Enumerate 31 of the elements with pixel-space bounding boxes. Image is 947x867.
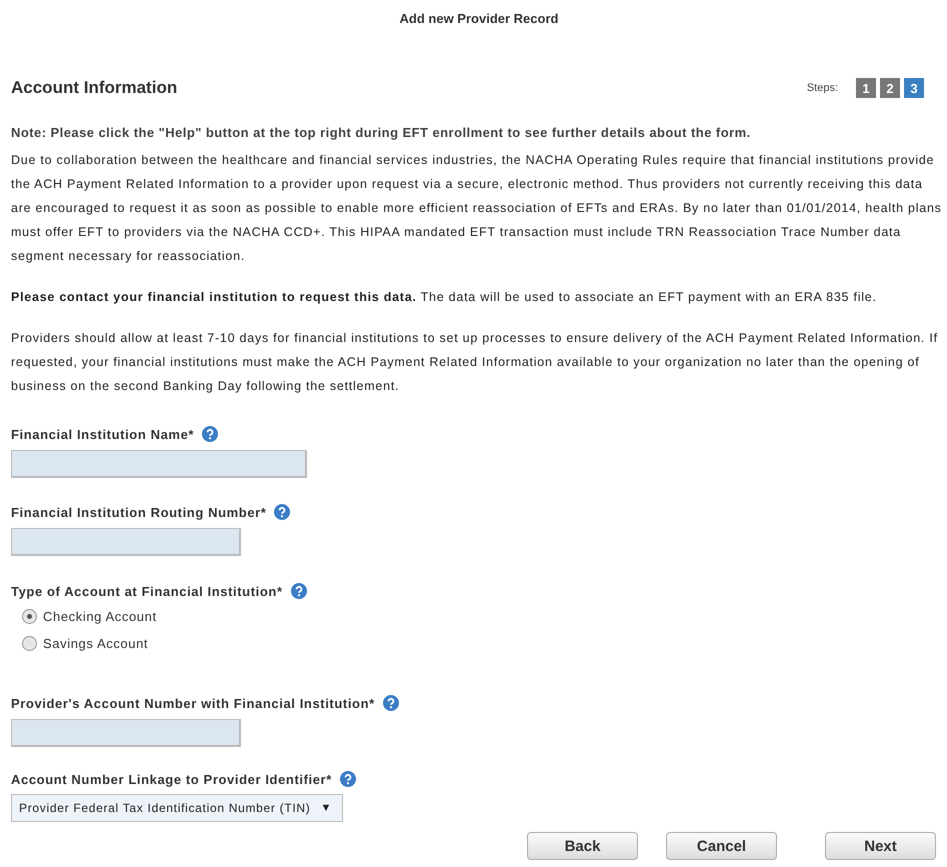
steps-label: Steps: [806, 82, 838, 94]
section-title: Account Information [11, 78, 178, 98]
help-icon[interactable] [290, 583, 307, 599]
input-field[interactable] [11, 528, 241, 556]
paragraph: Providers should allow at least 7-10 days for financial institutions to set up processes to ensure delivery of the ACH Payment Related Information. If requested, your financial institutions must make the ACH Payment Related Information available to your organization no later than the opening of business on the second Banking Day following the settlement. [11, 330, 939, 395]
field-label: Account Number Linkage to Provider Identifier* [11, 772, 332, 786]
page-title: Add new Provider Record [398, 10, 560, 28]
input-field[interactable] [11, 719, 241, 747]
help-icon[interactable] [382, 695, 399, 711]
input-field[interactable] [11, 450, 307, 478]
step-tab[interactable]: 3 [904, 78, 924, 98]
next-button[interactable]: Next [825, 832, 936, 860]
back-button[interactable]: Back [527, 832, 638, 860]
dropdown[interactable]: Provider Federal Tax Identification Number (TIN) ▼ [11, 794, 344, 822]
field-label: Financial Institution Name* [11, 426, 194, 442]
step-tab[interactable]: 1 [856, 78, 876, 98]
radio-button[interactable] [22, 609, 37, 624]
help-icon[interactable] [202, 426, 218, 442]
help-icon[interactable] [274, 504, 290, 520]
cancel-button[interactable]: Cancel [666, 832, 777, 860]
field-label: Type of Account at Financial Institution* [11, 584, 283, 598]
step-tab[interactable]: 2 [880, 78, 900, 98]
radio-label: Checking Account [43, 609, 157, 624]
help-icon[interactable] [340, 771, 356, 787]
radio-button[interactable] [22, 636, 37, 651]
radio-label: Savings Account [43, 636, 148, 651]
paragraph: Please contact your financial institution to request this data. The data will be used to associate an EFT payment with an ERA 835 file. [11, 289, 878, 306]
field-label: Provider's Account Number with Financial Institution* [11, 696, 375, 710]
field-label: Financial Institution Routing Number* [11, 504, 266, 520]
note-text: Note: Please click the "Help" button at the top right during EFT enrollment to see further details about the form. [11, 125, 752, 140]
paragraph: Due to collaboration between the healthcare and financial services industries, the NACHA Operating Rules require that financial institutions provide the ACH Payment Related Information to a provider upon request via a secure, electronic method. Thus providers not currently receiving this data are encouraged to request it as soon as possible to enable more efficient reassociation of EFTs and ERAs. By no later than 01/01/2014, health plans must offer EFT to providers via the NACHA CCD+. This HIPAA mandated EFT transaction must include TRN Reassociation Trace Number data segment necessary for reassociation. [11, 152, 943, 265]
